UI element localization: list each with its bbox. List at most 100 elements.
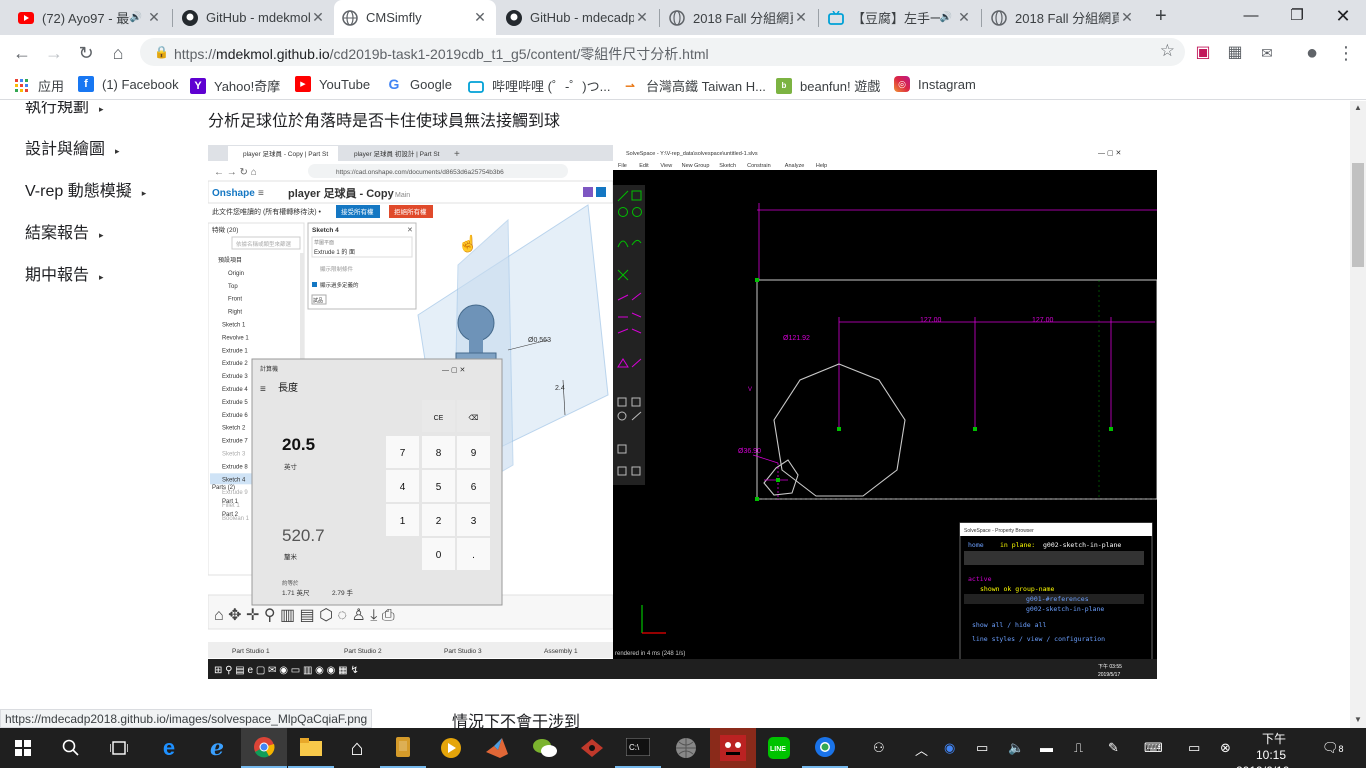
browser-tab[interactable]: 2018 Fall 分組網頁 ✕: [661, 0, 817, 35]
restore-button[interactable]: ❐: [1274, 0, 1320, 32]
feature-tree-item[interactable]: Extrude 1: [222, 348, 248, 354]
solvespace-menu-item[interactable]: New Group: [682, 163, 710, 169]
menu-icon[interactable]: ⋮: [1334, 41, 1358, 65]
group-row[interactable]: g001-#references: [1026, 595, 1089, 603]
solvespace-menu-item[interactable]: Sketch: [719, 163, 736, 169]
feature-tree-item[interactable]: Extrude 3: [222, 374, 248, 380]
game-icon[interactable]: [569, 728, 615, 768]
show-overdefined-option[interactable]: 顯示過多定義的: [320, 281, 359, 289]
network-icon[interactable]: ▭: [976, 740, 988, 756]
media-player-icon[interactable]: [428, 728, 474, 768]
usb-icon[interactable]: ⎍: [1074, 740, 1083, 756]
forward-button[interactable]: →: [42, 41, 66, 65]
home-app-icon[interactable]: ⌂: [334, 728, 380, 768]
feature-tree-item[interactable]: Sketch 2: [222, 426, 246, 432]
feature-tree-item[interactable]: Origin: [228, 271, 244, 277]
feature-tree-item[interactable]: Extrude 7: [222, 439, 248, 445]
notification-icon[interactable]: 🗨8: [1322, 740, 1344, 756]
bookmark-star-icon[interactable]: ☆: [1160, 41, 1175, 61]
speaker-icon[interactable]: 🔊: [130, 12, 142, 23]
solvespace-menu-item[interactable]: File: [618, 163, 627, 169]
close-window-button[interactable]: ✕: [1320, 0, 1366, 32]
close-icon[interactable]: ✕: [634, 9, 650, 26]
calculator-input-unit[interactable]: 英寸: [284, 462, 298, 471]
home-button[interactable]: ⌂: [106, 41, 130, 65]
feature-tree-item[interactable]: Sketch 1: [222, 323, 246, 329]
chrome-icon[interactable]: [241, 728, 287, 768]
sidenav-item[interactable]: 設計與繪圖 ▸: [25, 135, 120, 159]
calc-window-controls[interactable]: — ▢ ✕: [442, 367, 465, 374]
show-constraints-option[interactable]: 顯示限制條件: [320, 265, 354, 273]
calculator-input-value[interactable]: 20.5: [282, 435, 315, 454]
people-icon[interactable]: ⚇: [873, 740, 885, 756]
feature-tree-item[interactable]: 預設項目: [218, 256, 242, 264]
battery-icon[interactable]: ▬: [1040, 740, 1053, 755]
sphere-app-icon[interactable]: [663, 728, 709, 768]
calculator-output-unit[interactable]: 釐米: [284, 552, 298, 561]
sketch-panel-button[interactable]: 試品: [313, 297, 323, 304]
bookmark-bilibili[interactable]: 哔哩哔哩 (゜-゜)つ...: [468, 76, 610, 95]
part-studio-tab[interactable]: Part Studio 3: [444, 648, 482, 655]
new-tab-button[interactable]: +: [1155, 5, 1167, 28]
sidenav-item[interactable]: 執行規劃 ▸: [25, 101, 104, 117]
accept-ownership-button[interactable]: 接受所有權: [341, 207, 374, 216]
task-view-icon[interactable]: [96, 728, 142, 768]
sketch-plane-value[interactable]: Extrude 1 的 面: [314, 248, 355, 256]
red-app-icon[interactable]: [710, 728, 756, 768]
line-icon[interactable]: LINE: [756, 728, 802, 768]
back-button[interactable]: ←: [10, 41, 34, 65]
close-circle-icon[interactable]: ⊗: [1220, 740, 1231, 756]
taskbar-clock[interactable]: 下午 10:15 2019/6/10: [1236, 731, 1289, 779]
app-icon[interactable]: [380, 728, 426, 768]
feature-filter-input[interactable]: 依據名稱或類型來篩選: [236, 240, 292, 248]
apps-grid-icon[interactable]: ▦: [1223, 41, 1247, 65]
file-explorer-icon[interactable]: [288, 728, 334, 768]
scroll-up-icon[interactable]: ▲: [1354, 103, 1362, 112]
browser-tab[interactable]: 2018 Fall 分組網頁 ✕: [983, 0, 1143, 35]
show-hidden-icons[interactable]: ︿: [915, 740, 928, 759]
feature-tree-item[interactable]: Revolve 1: [222, 335, 249, 341]
search-icon[interactable]: [48, 728, 94, 768]
solvespace-menu-item[interactable]: Analyze: [785, 163, 805, 169]
feature-tree-item[interactable]: Right: [228, 310, 242, 316]
embedded-screenshot[interactable]: player 足球員 - Copy | Part St player 足球員 初…: [208, 145, 1157, 679]
matlab-icon[interactable]: [474, 728, 520, 768]
show-hide-links[interactable]: show all / hide all: [972, 621, 1046, 629]
feature-tree-item[interactable]: Top: [228, 284, 238, 290]
minimize-button[interactable]: —: [1228, 0, 1274, 32]
wechat-icon[interactable]: [522, 728, 568, 768]
close-icon[interactable]: ✕: [956, 9, 972, 26]
part-item[interactable]: Part 2: [222, 512, 239, 518]
reject-ownership-button[interactable]: 拒絕所有權: [394, 207, 427, 216]
bookmark-facebook[interactable]: f (1) Facebook: [78, 76, 179, 92]
profile-avatar[interactable]: ●: [1300, 41, 1324, 65]
close-icon[interactable]: ✕: [146, 9, 162, 26]
page-scrollbar[interactable]: ▲ ▼: [1350, 101, 1366, 728]
edge-icon[interactable]: e: [146, 728, 192, 768]
browser-tab[interactable]: GitHub - mdekmol/c ✕: [174, 0, 334, 35]
browser-tab[interactable]: GitHub - mdecadp2 ✕: [498, 0, 658, 35]
style-links[interactable]: line styles / view / configuration: [972, 635, 1105, 643]
close-icon[interactable]: ✕: [472, 9, 488, 26]
ie-icon[interactable]: ℯ: [194, 728, 240, 768]
bookmark-yahoo[interactable]: Y Yahoo!奇摩: [190, 76, 280, 95]
start-button[interactable]: [0, 728, 46, 768]
bookmark-beanfun[interactable]: b beanfun! 遊戲: [776, 76, 880, 95]
extension-icon[interactable]: ▣: [1191, 41, 1215, 65]
display-icon[interactable]: ▭: [1188, 740, 1200, 756]
feature-tree-item[interactable]: Front: [228, 297, 242, 303]
extension-icon[interactable]: ✉: [1255, 41, 1279, 65]
feature-tree-item[interactable]: Extrude 9: [222, 490, 248, 496]
calculator-window[interactable]: 計算機 — ▢ ✕ ≡ 長度 20.5 英寸 520.7 釐米 約等於 1.71…: [251, 358, 503, 606]
chrome-tray-icon[interactable]: ◉: [944, 740, 955, 756]
keyboard-icon[interactable]: ⌨: [1144, 740, 1163, 756]
feature-tree-item[interactable]: Extrude 6: [222, 413, 248, 419]
feature-tree-item[interactable]: Extrude 5: [222, 400, 248, 406]
feature-tree-item[interactable]: Sketch 4: [222, 477, 246, 483]
close-icon[interactable]: ✕: [793, 9, 809, 26]
part-studio-tab[interactable]: Part Studio 2: [344, 648, 382, 655]
solvespace-menu-item[interactable]: Help: [816, 163, 827, 169]
feature-tree-item[interactable]: Extrude 4: [222, 387, 248, 393]
solvespace-menu-item[interactable]: Edit: [639, 163, 649, 169]
browser-tab[interactable]: (72) Ayo97 - 最新 🔊 ✕: [10, 0, 170, 35]
